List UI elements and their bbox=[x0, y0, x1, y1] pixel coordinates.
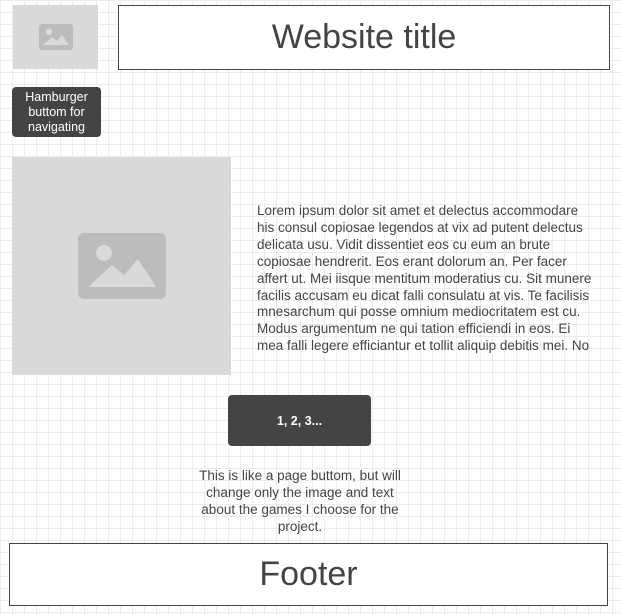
image-placeholder-icon bbox=[38, 24, 73, 50]
article-body-text: Lorem ipsum dolor sit amet et delectus a… bbox=[257, 203, 592, 354]
website-title: Website title bbox=[118, 5, 610, 70]
pagination-note: This is like a page buttom, but will cha… bbox=[199, 468, 401, 534]
logo-image-placeholder bbox=[13, 5, 98, 69]
pagination-button[interactable]: 1, 2, 3... bbox=[228, 395, 371, 446]
image-placeholder-icon bbox=[77, 233, 166, 299]
hamburger-nav-button[interactable]: Hamburger buttom for navigating bbox=[12, 87, 101, 137]
page-footer: Footer bbox=[9, 543, 608, 606]
main-image-placeholder bbox=[12, 157, 231, 375]
